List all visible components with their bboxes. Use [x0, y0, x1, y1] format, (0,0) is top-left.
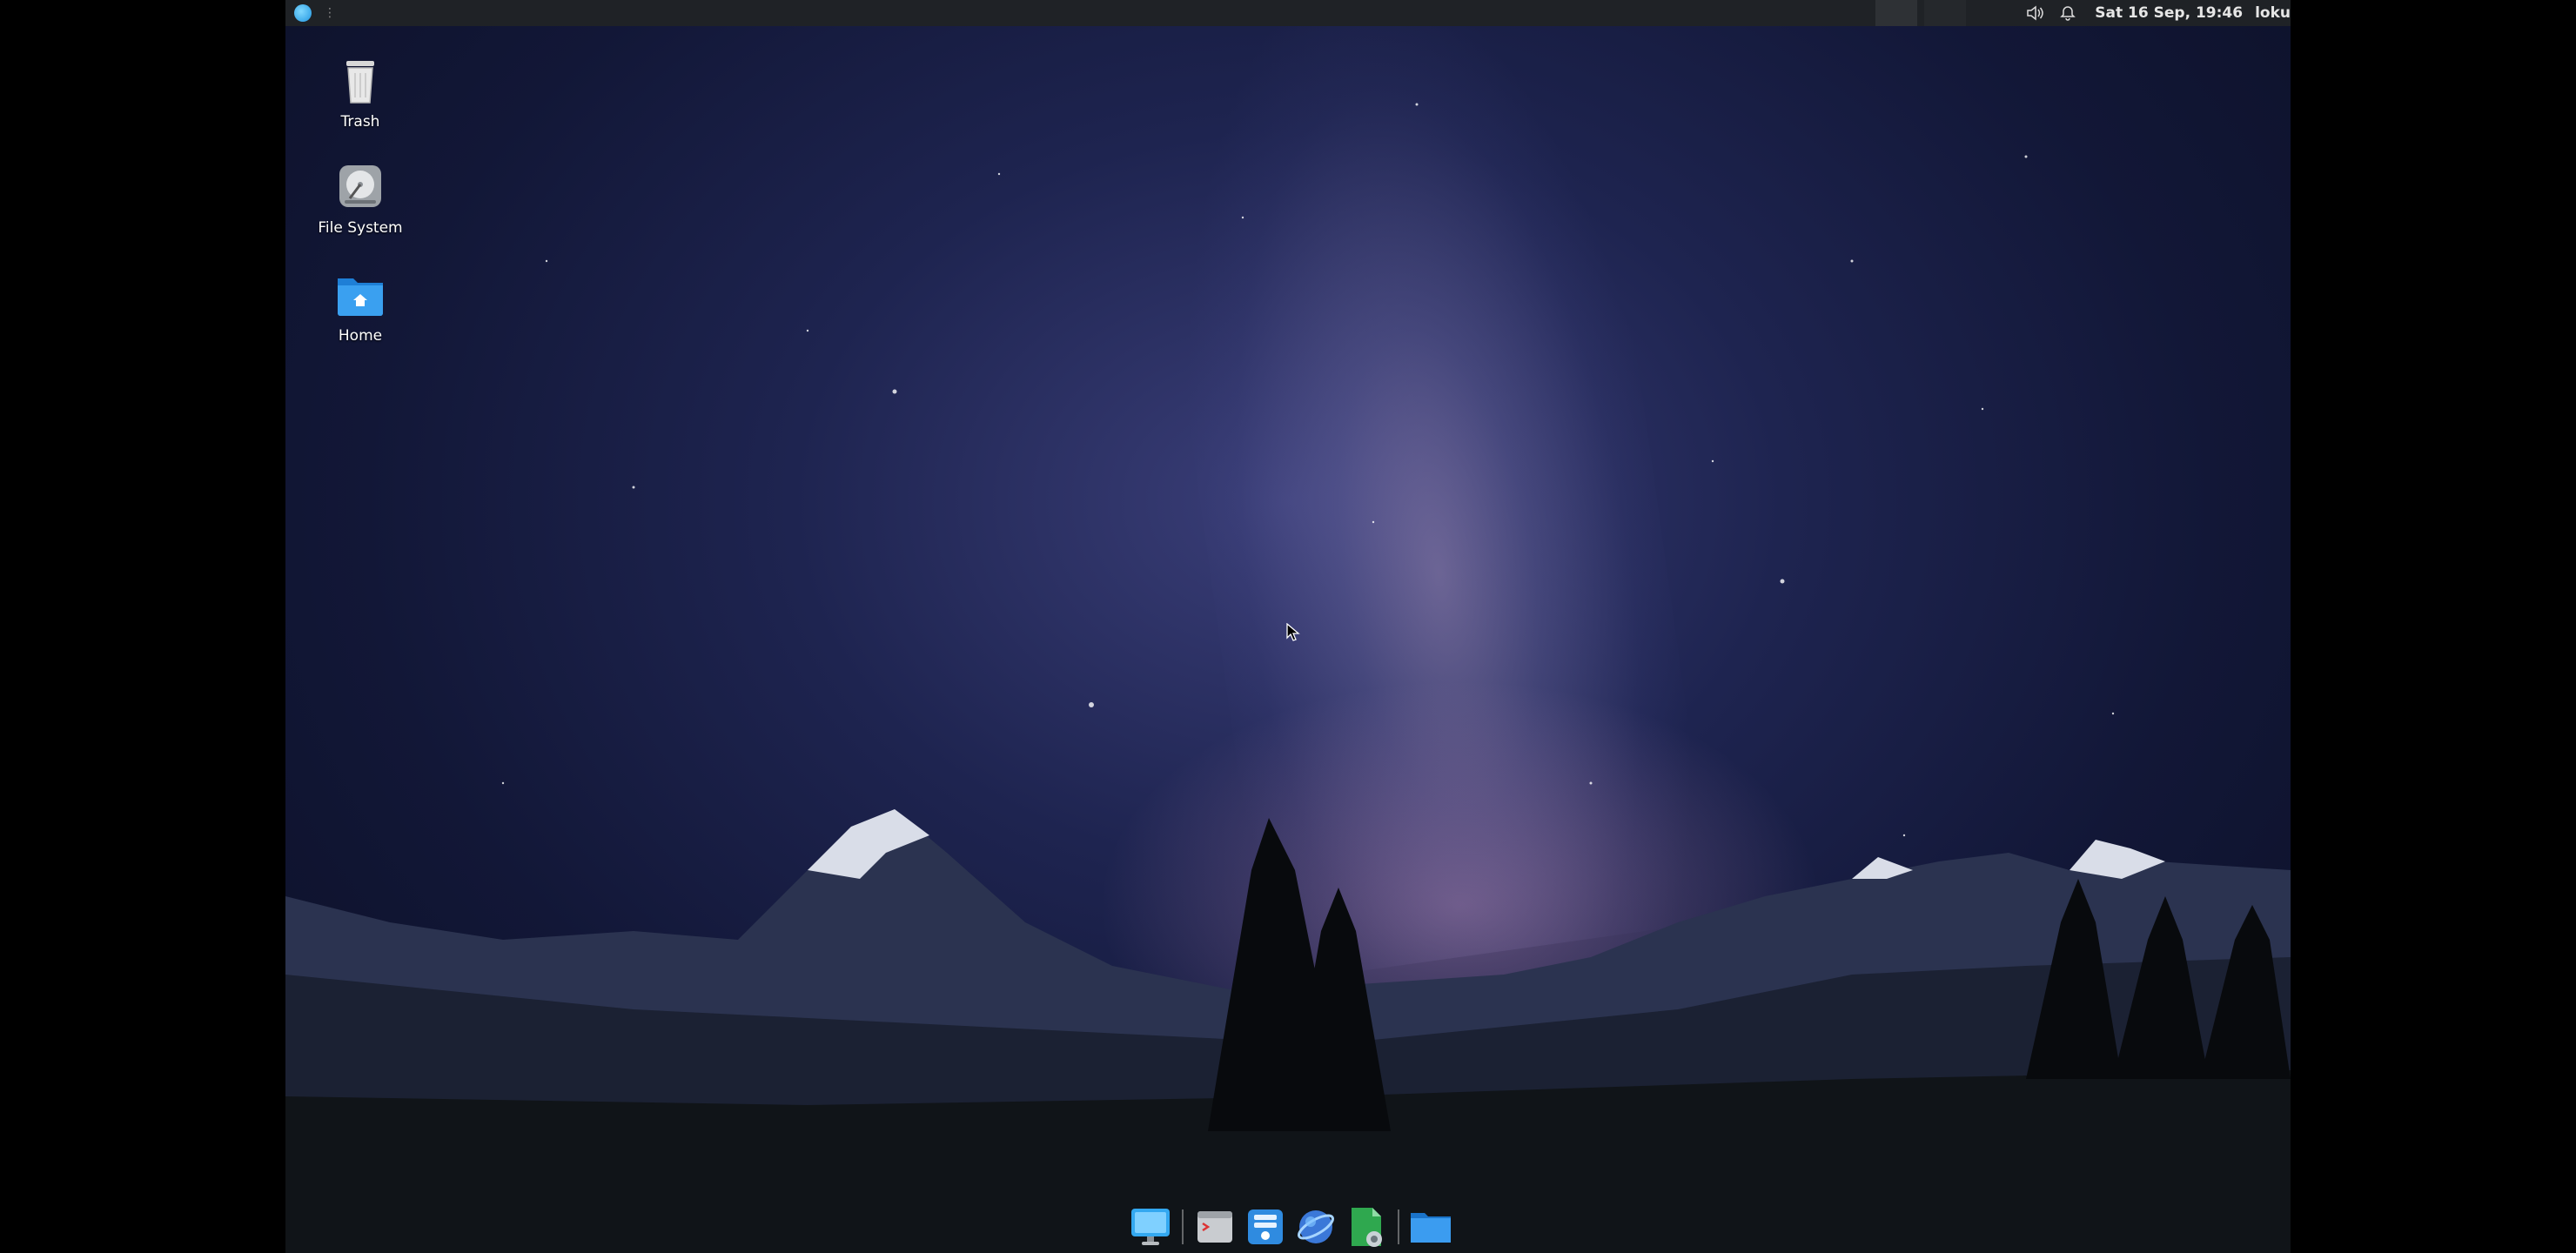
- spreadsheet-icon: [1352, 1208, 1382, 1247]
- notification-bell-icon[interactable]: [2056, 0, 2079, 26]
- user-menu[interactable]: loku: [2255, 4, 2291, 22]
- web-browser-icon: [1298, 1210, 1334, 1243]
- dock-folder[interactable]: [1408, 1204, 1453, 1250]
- trash-icon: [346, 61, 374, 104]
- clock[interactable]: Sat 16 Sep, 19:46: [2095, 4, 2243, 22]
- terminal-icon: [1197, 1211, 1232, 1243]
- distro-logo-icon: [294, 4, 312, 22]
- dock-spreadsheet[interactable]: [1344, 1204, 1389, 1250]
- file-manager-icon: [1248, 1209, 1283, 1244]
- window-button-2[interactable]: [1924, 0, 1967, 26]
- volume-icon[interactable]: [2023, 0, 2046, 26]
- drive-icon: [339, 165, 381, 207]
- desktop-icon-label: File System: [318, 219, 403, 237]
- dock-file-manager[interactable]: [1243, 1204, 1288, 1250]
- desktop-icon-trash[interactable]: Trash: [299, 52, 421, 131]
- desktop-icon-file-system[interactable]: File System: [299, 158, 421, 237]
- dock-show-desktop[interactable]: [1128, 1204, 1173, 1250]
- applications-menu-button[interactable]: [285, 0, 320, 26]
- mouse-cursor-icon: [1286, 623, 1300, 641]
- dock-separator: [1398, 1209, 1399, 1244]
- home-folder-icon: [338, 278, 383, 316]
- show-desktop-icon: [1131, 1209, 1170, 1245]
- folder-icon: [1411, 1213, 1451, 1243]
- window-button-1[interactable]: [1875, 0, 1918, 26]
- desktop-icon-label: Home: [338, 327, 383, 345]
- dock-web-browser[interactable]: [1293, 1204, 1338, 1250]
- panel-separator-icon: ⋮: [324, 6, 336, 20]
- dock-terminal[interactable]: [1192, 1204, 1238, 1250]
- desktop-icon-home[interactable]: Home: [299, 266, 421, 345]
- stars: [501, 103, 2115, 837]
- dock-separator: [1182, 1209, 1184, 1244]
- desktop-icon-label: Trash: [340, 113, 380, 131]
- dock: [1128, 1204, 1453, 1250]
- top-panel: ⋮ Sat 16 Sep, 19:46 loku: [285, 0, 2291, 26]
